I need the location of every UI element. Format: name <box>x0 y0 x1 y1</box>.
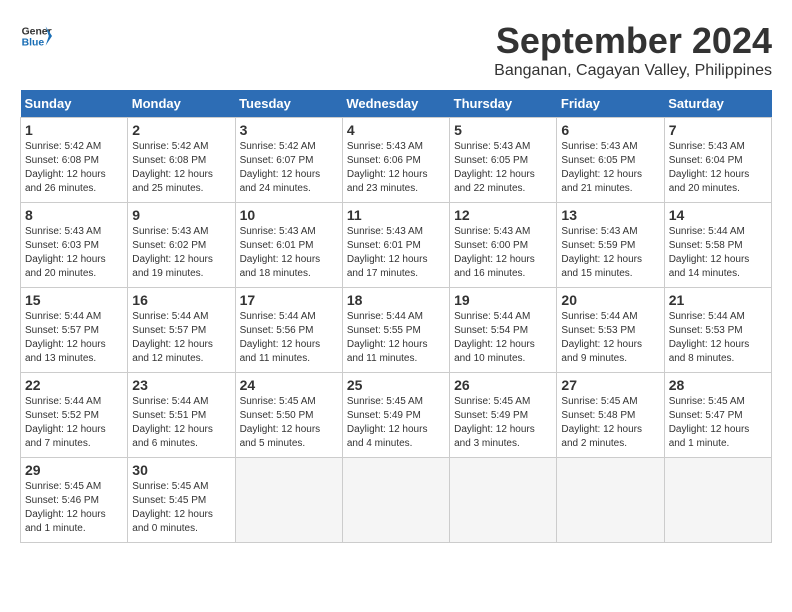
table-row: 15Sunrise: 5:44 AMSunset: 5:57 PMDayligh… <box>21 288 128 373</box>
table-row: 22Sunrise: 5:44 AMSunset: 5:52 PMDayligh… <box>21 373 128 458</box>
table-row: 25Sunrise: 5:45 AMSunset: 5:49 PMDayligh… <box>342 373 449 458</box>
table-row: 21Sunrise: 5:44 AMSunset: 5:53 PMDayligh… <box>664 288 771 373</box>
table-row: 30Sunrise: 5:45 AMSunset: 5:45 PMDayligh… <box>128 458 235 543</box>
table-row: 26Sunrise: 5:45 AMSunset: 5:49 PMDayligh… <box>450 373 557 458</box>
table-row: 16Sunrise: 5:44 AMSunset: 5:57 PMDayligh… <box>128 288 235 373</box>
table-row: 11Sunrise: 5:43 AMSunset: 6:01 PMDayligh… <box>342 203 449 288</box>
calendar-row: 1Sunrise: 5:42 AMSunset: 6:08 PMDaylight… <box>21 118 772 203</box>
col-wednesday: Wednesday <box>342 90 449 118</box>
table-row: 17Sunrise: 5:44 AMSunset: 5:56 PMDayligh… <box>235 288 342 373</box>
table-row: 20Sunrise: 5:44 AMSunset: 5:53 PMDayligh… <box>557 288 664 373</box>
table-row: 5Sunrise: 5:43 AMSunset: 6:05 PMDaylight… <box>450 118 557 203</box>
svg-text:Blue: Blue <box>22 38 45 49</box>
table-row: 3Sunrise: 5:42 AMSunset: 6:07 PMDaylight… <box>235 118 342 203</box>
month-title: September 2024 <box>494 20 772 62</box>
table-row: 14Sunrise: 5:44 AMSunset: 5:58 PMDayligh… <box>664 203 771 288</box>
table-row: 6Sunrise: 5:43 AMSunset: 6:05 PMDaylight… <box>557 118 664 203</box>
col-monday: Monday <box>128 90 235 118</box>
table-row: 23Sunrise: 5:44 AMSunset: 5:51 PMDayligh… <box>128 373 235 458</box>
table-row: 18Sunrise: 5:44 AMSunset: 5:55 PMDayligh… <box>342 288 449 373</box>
calendar-table: Sunday Monday Tuesday Wednesday Thursday… <box>20 90 772 543</box>
col-friday: Friday <box>557 90 664 118</box>
table-row: 9Sunrise: 5:43 AMSunset: 6:02 PMDaylight… <box>128 203 235 288</box>
table-row: 12Sunrise: 5:43 AMSunset: 6:00 PMDayligh… <box>450 203 557 288</box>
table-row: 28Sunrise: 5:45 AMSunset: 5:47 PMDayligh… <box>664 373 771 458</box>
page-header: General Blue September 2024 Banganan, Ca… <box>20 20 772 80</box>
col-thursday: Thursday <box>450 90 557 118</box>
logo-icon: General Blue <box>20 20 52 52</box>
calendar-row: 22Sunrise: 5:44 AMSunset: 5:52 PMDayligh… <box>21 373 772 458</box>
header-row: Sunday Monday Tuesday Wednesday Thursday… <box>21 90 772 118</box>
table-row <box>235 458 342 543</box>
table-row: 24Sunrise: 5:45 AMSunset: 5:50 PMDayligh… <box>235 373 342 458</box>
col-sunday: Sunday <box>21 90 128 118</box>
calendar-row: 29Sunrise: 5:45 AMSunset: 5:46 PMDayligh… <box>21 458 772 543</box>
table-row <box>450 458 557 543</box>
table-row <box>557 458 664 543</box>
table-row: 2Sunrise: 5:42 AMSunset: 6:08 PMDaylight… <box>128 118 235 203</box>
col-tuesday: Tuesday <box>235 90 342 118</box>
table-row: 13Sunrise: 5:43 AMSunset: 5:59 PMDayligh… <box>557 203 664 288</box>
location-title: Banganan, Cagayan Valley, Philippines <box>494 62 772 80</box>
col-saturday: Saturday <box>664 90 771 118</box>
calendar-row: 15Sunrise: 5:44 AMSunset: 5:57 PMDayligh… <box>21 288 772 373</box>
table-row: 7Sunrise: 5:43 AMSunset: 6:04 PMDaylight… <box>664 118 771 203</box>
table-row: 4Sunrise: 5:43 AMSunset: 6:06 PMDaylight… <box>342 118 449 203</box>
calendar-row: 8Sunrise: 5:43 AMSunset: 6:03 PMDaylight… <box>21 203 772 288</box>
title-area: September 2024 Banganan, Cagayan Valley,… <box>494 20 772 80</box>
table-row <box>664 458 771 543</box>
table-row <box>342 458 449 543</box>
table-row: 29Sunrise: 5:45 AMSunset: 5:46 PMDayligh… <box>21 458 128 543</box>
table-row: 8Sunrise: 5:43 AMSunset: 6:03 PMDaylight… <box>21 203 128 288</box>
logo: General Blue <box>20 20 52 52</box>
table-row: 10Sunrise: 5:43 AMSunset: 6:01 PMDayligh… <box>235 203 342 288</box>
table-row: 27Sunrise: 5:45 AMSunset: 5:48 PMDayligh… <box>557 373 664 458</box>
table-row: 19Sunrise: 5:44 AMSunset: 5:54 PMDayligh… <box>450 288 557 373</box>
table-row: 1Sunrise: 5:42 AMSunset: 6:08 PMDaylight… <box>21 118 128 203</box>
